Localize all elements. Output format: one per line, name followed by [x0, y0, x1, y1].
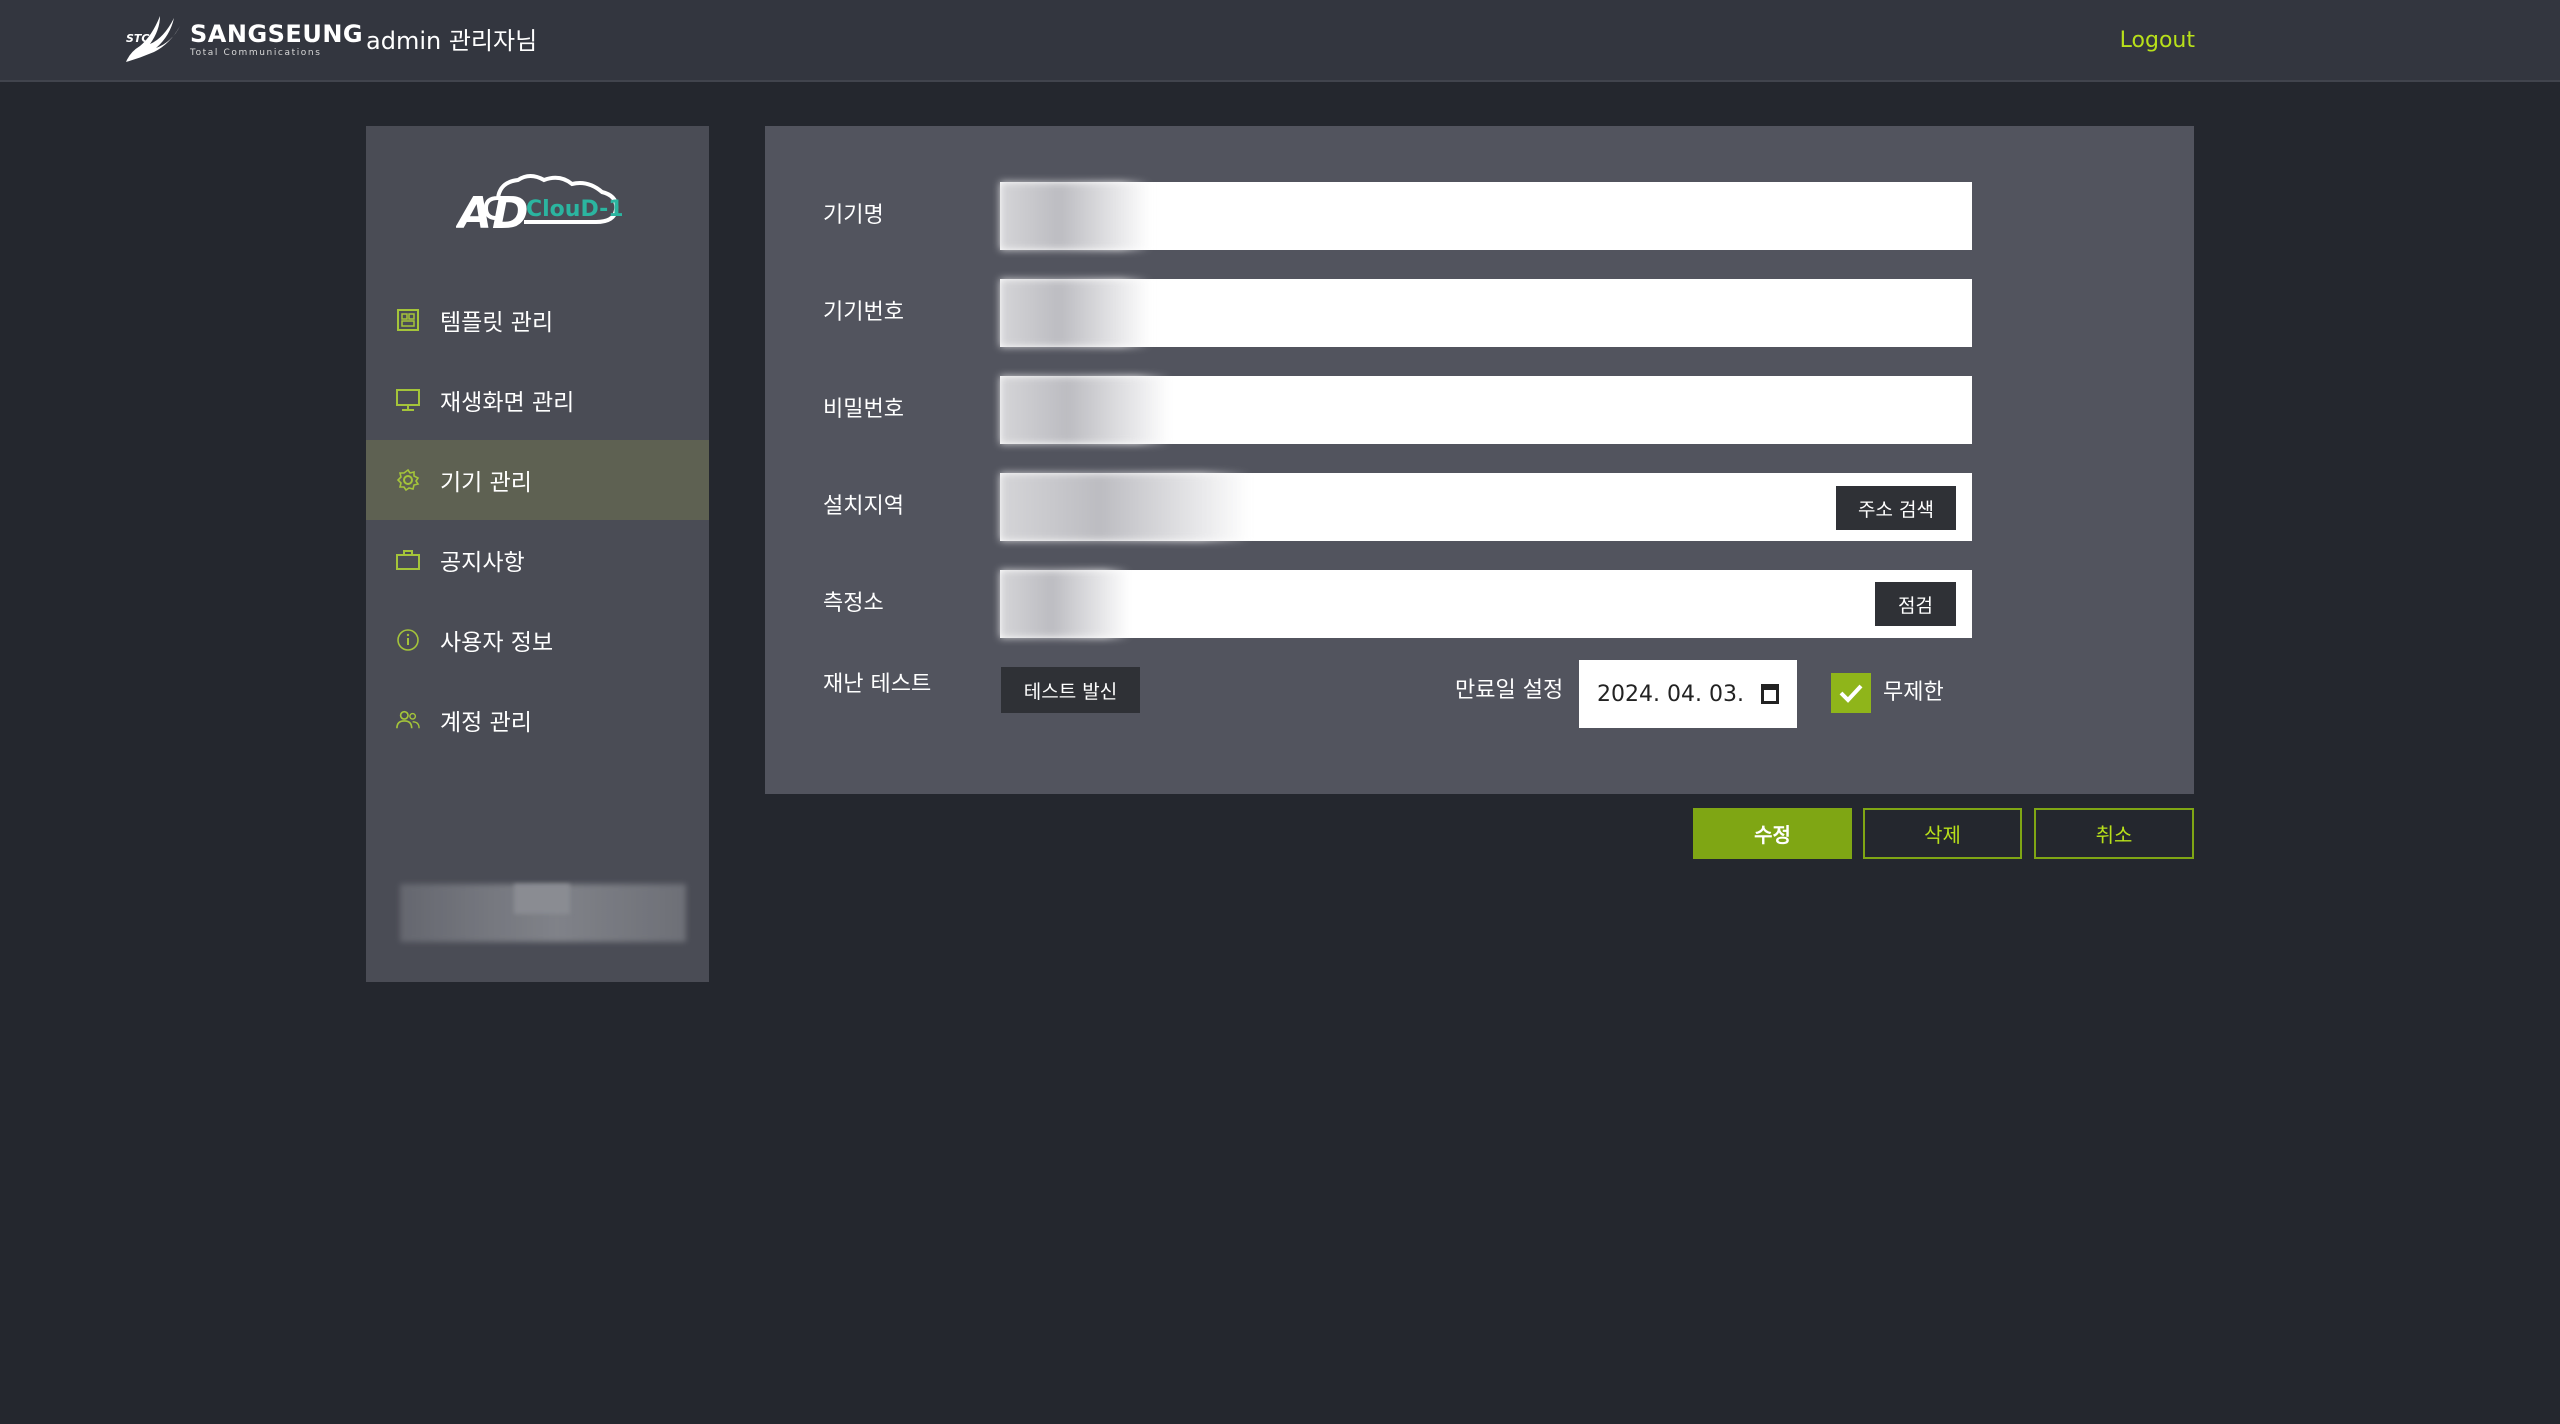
- briefcase-icon: [396, 548, 420, 572]
- sidebar-item-template[interactable]: 템플릿 관리: [366, 280, 709, 360]
- redacted-value: [1000, 570, 1130, 638]
- delete-button[interactable]: 삭제: [1863, 808, 2022, 859]
- device-number-input[interactable]: [1000, 279, 1972, 347]
- checkmark-icon: [1839, 684, 1863, 703]
- svg-text:ClouD-1: ClouD-1: [526, 197, 622, 222]
- unlimited-label: 무제한: [1883, 680, 1944, 705]
- sidebar-item-notice[interactable]: 공지사항: [366, 520, 709, 600]
- station-label: 측정소: [823, 591, 884, 616]
- sidebar-item-label: 재생화면 관리: [440, 390, 575, 416]
- sidebar-item-label: 템플릿 관리: [440, 310, 554, 336]
- sidebar-item-device[interactable]: 기기 관리: [366, 440, 709, 520]
- svg-text:STC: STC: [126, 32, 150, 45]
- info-icon: [396, 628, 420, 652]
- disaster-test-label: 재난 테스트: [823, 672, 932, 697]
- redacted-value: [1000, 279, 1150, 347]
- top-header: STC SANGSEUNG Total Communications admin…: [0, 0, 2560, 82]
- users-icon: [396, 708, 420, 732]
- sidebar-item-label: 기기 관리: [440, 470, 532, 496]
- station-input[interactable]: [1000, 570, 1972, 638]
- monitor-icon: [396, 388, 420, 412]
- template-icon: [396, 308, 420, 332]
- redacted-value: [1000, 182, 1150, 250]
- adcloud-logo[interactable]: AD ClouD-1: [455, 170, 624, 239]
- svg-text:AD: AD: [456, 188, 529, 234]
- sidebar-item-account[interactable]: 계정 관리: [366, 680, 709, 760]
- check-button[interactable]: 점검: [1875, 582, 1956, 626]
- sidebar: AD ClouD-1 템플릿 관리 재생화면 관리 기기 관리 공지사항 사용자…: [366, 126, 709, 982]
- device-name-input[interactable]: [1000, 182, 1972, 250]
- gear-icon: [396, 468, 420, 492]
- sidebar-item-label: 계정 관리: [440, 710, 532, 736]
- sidebar-item-playback-screen[interactable]: 재생화면 관리: [366, 360, 709, 440]
- install-location-label: 설치지역: [823, 494, 904, 519]
- password-input[interactable]: [1000, 376, 1972, 444]
- address-search-button[interactable]: 주소 검색: [1836, 486, 1956, 530]
- device-name-label: 기기명: [823, 203, 884, 228]
- cancel-button[interactable]: 취소: [2034, 808, 2194, 859]
- device-number-label: 기기번호: [823, 300, 904, 325]
- admin-title: admin 관리자님: [366, 27, 538, 55]
- device-form-panel: 기기명 기기번호 비밀번호 설치지역 주소 검색 측정소 점검 재난 테스트 테…: [765, 126, 2194, 794]
- sidebar-footer-redacted-block: [514, 884, 570, 914]
- brand-name: SANGSEUNG: [190, 20, 364, 48]
- sidebar-menu: 템플릿 관리 재생화면 관리 기기 관리 공지사항 사용자 정보 계정 관리: [366, 280, 709, 760]
- brand-logo[interactable]: STC SANGSEUNG Total Communications: [120, 12, 363, 68]
- expiry-date-label: 만료일 설정: [1455, 678, 1564, 703]
- logout-link[interactable]: Logout: [2120, 24, 2195, 58]
- expiry-date-value: 2024. 04. 03.: [1597, 681, 1744, 707]
- redacted-value: [1000, 376, 1170, 444]
- sidebar-item-user-info[interactable]: 사용자 정보: [366, 600, 709, 680]
- password-label: 비밀번호: [823, 397, 904, 422]
- unlimited-checkbox[interactable]: [1831, 673, 1871, 713]
- brand-subtitle: Total Communications: [190, 48, 322, 58]
- expiry-date-input[interactable]: 2024. 04. 03.: [1579, 660, 1797, 728]
- send-test-button[interactable]: 테스트 발신: [1001, 667, 1140, 713]
- calendar-icon[interactable]: [1761, 684, 1779, 704]
- sidebar-item-label: 공지사항: [440, 550, 525, 576]
- edit-button[interactable]: 수정: [1693, 808, 1852, 859]
- sidebar-item-label: 사용자 정보: [440, 630, 554, 656]
- stc-bird-icon: STC: [126, 16, 180, 62]
- install-location-input[interactable]: [1000, 473, 1972, 541]
- redacted-value: [1000, 473, 1250, 541]
